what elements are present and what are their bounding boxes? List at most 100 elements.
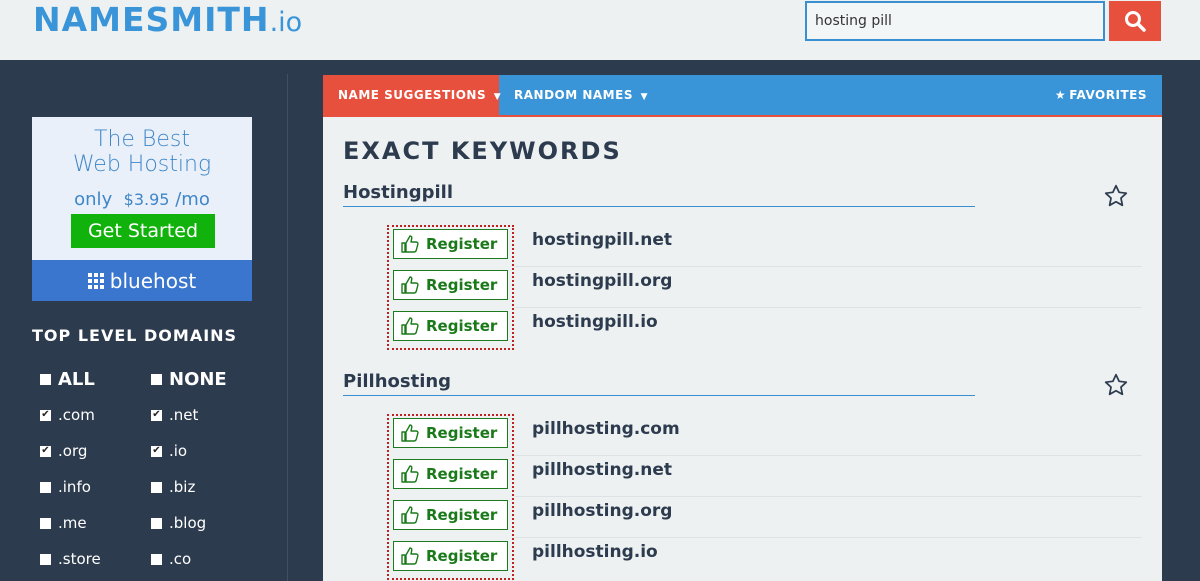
tld-option[interactable]: .co: [151, 550, 191, 568]
logo[interactable]: NAMESMITH.io: [33, 0, 302, 44]
tld-label: .store: [58, 550, 101, 568]
register-button[interactable]: Register: [393, 500, 508, 530]
ad-price-suffix: /mo: [175, 189, 210, 210]
row-divider: [515, 537, 1142, 538]
domain-name[interactable]: pillhosting.org: [532, 501, 672, 521]
tld-option[interactable]: ✔ .com: [40, 406, 95, 424]
domain-name[interactable]: pillhosting.io: [532, 542, 658, 562]
thumbs-up-icon: [401, 506, 419, 524]
tld-all-option[interactable]: ALL: [40, 369, 95, 390]
tld-option[interactable]: ✔ .io: [151, 442, 187, 460]
register-label: Register: [426, 317, 498, 335]
section-heading: EXACT KEYWORDS: [343, 137, 622, 165]
register-button[interactable]: Register: [393, 311, 508, 341]
checkbox-checked[interactable]: ✔: [40, 409, 51, 421]
group-title: Pillhosting: [343, 371, 452, 392]
row-divider: [515, 496, 1142, 497]
row-divider: [515, 307, 1142, 308]
favorite-star-icon[interactable]: [1103, 183, 1129, 209]
tld-option[interactable]: .store: [40, 550, 101, 568]
register-label: Register: [426, 276, 498, 294]
checkbox[interactable]: [40, 517, 51, 529]
ad-title-line2: Web Hosting: [72, 152, 212, 177]
checkbox[interactable]: [40, 374, 51, 385]
row-divider: [515, 455, 1142, 456]
checkbox-checked[interactable]: ✔: [40, 445, 51, 457]
caret-down-icon: ▼: [640, 92, 649, 102]
domain-name[interactable]: hostingpill.io: [532, 312, 658, 332]
register-label: Register: [426, 547, 498, 565]
tld-none-option[interactable]: NONE: [151, 369, 227, 390]
get-started-button[interactable]: Get Started: [71, 214, 215, 248]
results-tabs: NAME SUGGESTIONS ▼ RANDOM NAMES ▼ ★ FAVOR…: [323, 75, 1162, 115]
ad-title-line1: The Best: [94, 127, 190, 152]
header: NAMESMITH.io: [0, 0, 1200, 60]
ad-price-prefix: only: [74, 189, 113, 210]
checkbox[interactable]: [151, 517, 162, 529]
register-button[interactable]: Register: [393, 418, 508, 448]
checkbox[interactable]: [40, 481, 51, 493]
tab-label: FAVORITES: [1069, 88, 1147, 102]
ad-brand-bar: bluehost: [32, 260, 252, 301]
tld-option[interactable]: .info: [40, 478, 91, 496]
tld-option[interactable]: ✔ .org: [40, 442, 87, 460]
tld-label: NONE: [169, 369, 227, 390]
sidebar-divider: [287, 74, 288, 581]
tab-random-names[interactable]: RANDOM NAMES ▼: [514, 75, 648, 115]
tld-option[interactable]: .blog: [151, 514, 206, 532]
tab-label: NAME SUGGESTIONS: [338, 88, 487, 102]
tld-label: .net: [169, 406, 199, 424]
register-label: Register: [426, 235, 498, 253]
tld-label: .info: [58, 478, 91, 496]
caret-down-icon: ▼: [493, 92, 502, 102]
logo-main: NAMESMITH: [33, 0, 270, 39]
checkbox[interactable]: [151, 553, 162, 565]
domain-name[interactable]: pillhosting.net: [532, 460, 672, 480]
checkbox-checked[interactable]: ✔: [151, 445, 162, 457]
bluehost-ad[interactable]: The Best Web Hosting only $3.95 /mo Get …: [32, 117, 252, 301]
thumbs-up-icon: [401, 465, 419, 483]
checkbox[interactable]: [151, 374, 162, 385]
register-button[interactable]: Register: [393, 541, 508, 571]
tld-label: .co: [169, 550, 192, 568]
domain-name[interactable]: hostingpill.org: [532, 271, 672, 291]
register-label: Register: [426, 424, 498, 442]
tld-option[interactable]: .biz: [151, 478, 195, 496]
domain-name[interactable]: hostingpill.net: [532, 230, 672, 250]
register-label: Register: [426, 506, 498, 524]
tab-favorites[interactable]: ★ FAVORITES: [1055, 75, 1147, 115]
tld-option[interactable]: .me: [40, 514, 87, 532]
grid-icon: [87, 272, 104, 289]
tab-name-suggestions[interactable]: NAME SUGGESTIONS ▼: [323, 75, 502, 115]
logo-tld: .io: [269, 7, 303, 38]
group-divider: [343, 206, 975, 207]
thumbs-up-icon: [401, 235, 419, 253]
ad-title: The Best Web Hosting: [32, 127, 252, 177]
tld-label: .io: [169, 442, 188, 460]
tld-label: .org: [58, 442, 88, 460]
thumbs-up-icon: [401, 317, 419, 335]
row-divider: [515, 266, 1142, 267]
register-label: Register: [426, 465, 498, 483]
register-button[interactable]: Register: [393, 229, 508, 259]
register-button[interactable]: Register: [393, 459, 508, 489]
domain-name[interactable]: pillhosting.com: [532, 419, 680, 439]
search-icon: [1125, 11, 1146, 32]
checkbox[interactable]: [151, 481, 162, 493]
tld-title: TOP LEVEL DOMAINS: [32, 326, 238, 345]
ad-brand: bluehost: [109, 268, 197, 293]
thumbs-up-icon: [401, 276, 419, 294]
favorite-star-icon[interactable]: [1103, 372, 1129, 398]
search-input[interactable]: [805, 1, 1105, 41]
register-button[interactable]: Register: [393, 270, 508, 300]
search-button[interactable]: [1109, 1, 1161, 41]
tld-label: .blog: [169, 514, 207, 532]
star-icon: ★: [1054, 88, 1067, 102]
thumbs-up-icon: [401, 547, 419, 565]
tld-label: .com: [58, 406, 95, 424]
group-title: Hostingpill: [343, 182, 454, 203]
checkbox-checked[interactable]: ✔: [151, 409, 162, 421]
tld-label: ALL: [58, 369, 95, 390]
checkbox[interactable]: [40, 553, 51, 565]
tld-option[interactable]: ✔ .net: [151, 406, 198, 424]
